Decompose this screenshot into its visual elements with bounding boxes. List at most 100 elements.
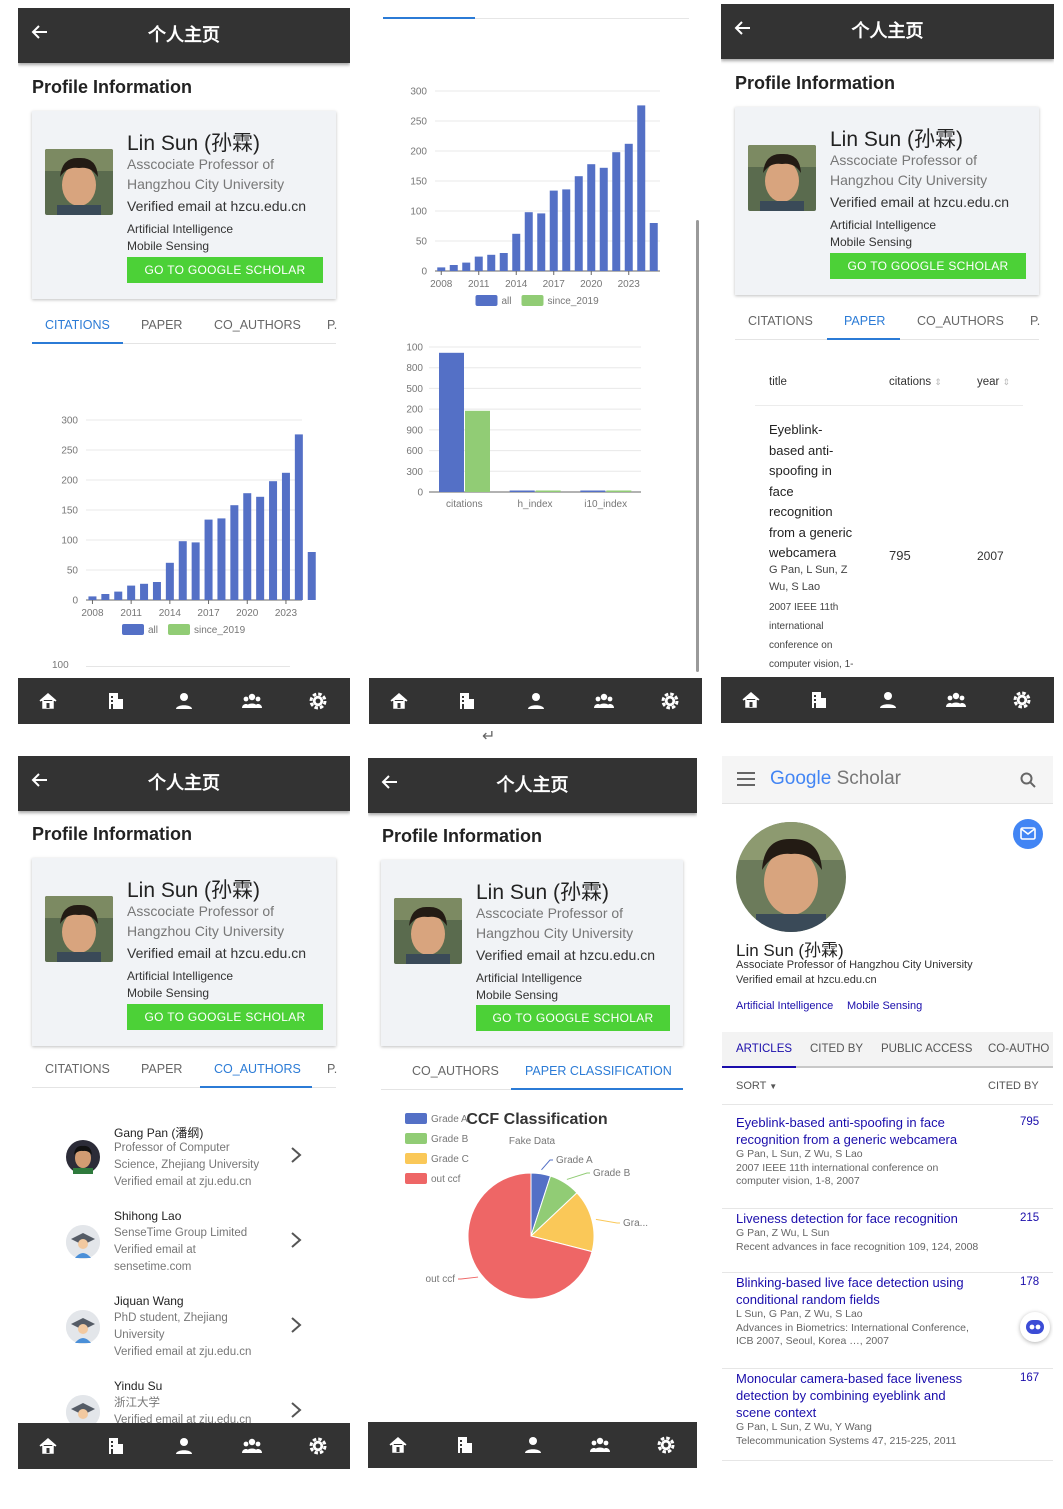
chevron-right-icon[interactable] [290, 1231, 302, 1249]
article-row[interactable]: Eyeblink-based anti-spoofing in face reco… [722, 1114, 1053, 1209]
email-icon [1020, 827, 1036, 840]
group-icon[interactable] [945, 690, 966, 710]
bar [624, 143, 633, 271]
article-citation-count[interactable]: 167 [1020, 1372, 1039, 1384]
legend-swatch-all[interactable] [122, 624, 144, 635]
google-scholar-button[interactable]: GO TO GOOGLE SCHOLAR [127, 1004, 323, 1030]
tab-paper[interactable]: PAPER [141, 318, 182, 332]
group-icon[interactable] [589, 1435, 610, 1455]
x-tick-label: 2023 [275, 608, 298, 619]
article-title-link[interactable]: Blinking-based live face detection using… [736, 1274, 991, 1308]
tab-more[interactable]: P. [327, 1062, 337, 1076]
legend-swatch-all[interactable] [475, 295, 498, 306]
home-icon[interactable] [38, 691, 58, 711]
building-icon[interactable] [106, 691, 126, 711]
settings-icon[interactable] [308, 691, 328, 711]
legend-swatch[interactable] [405, 1153, 427, 1164]
tab-citations[interactable]: CITATIONS [748, 314, 813, 328]
person-icon[interactable] [523, 1435, 543, 1455]
home-icon[interactable] [389, 691, 409, 711]
building-icon[interactable] [455, 1435, 475, 1455]
menu-icon[interactable] [737, 772, 755, 786]
building-icon[interactable] [457, 691, 477, 711]
tab-paper[interactable]: PAPER [844, 314, 885, 328]
interest-link-1[interactable]: Artificial Intelligence [736, 1000, 833, 1012]
cited-by-header[interactable]: CITED BY [988, 1080, 1039, 1092]
tab-co-authors[interactable]: CO_AUTHORS [214, 318, 301, 332]
chevron-right-icon[interactable] [290, 1401, 302, 1419]
co-author-row[interactable]: Shihong Lao SenseTime Group Limited Verifi… [18, 1201, 350, 1281]
article-title-link[interactable]: Eyeblink-based anti-spoofing in face reco… [736, 1114, 991, 1148]
paper-venue: 2007 IEEE 11th international conference on… [769, 598, 853, 674]
tab-cited-by[interactable]: CITED BY [810, 1043, 863, 1055]
article-row[interactable]: Monocular camera-based face liveness dete… [722, 1370, 1053, 1461]
legend-swatch-since-2019[interactable] [521, 295, 544, 306]
article-title-link[interactable]: Monocular camera-based face liveness dete… [736, 1370, 991, 1421]
tab-articles[interactable]: ARTICLES [736, 1043, 792, 1055]
group-icon[interactable] [242, 691, 263, 711]
assistant-bubble[interactable] [1020, 1312, 1050, 1342]
co-author-row[interactable]: Gang Pan (潘纲) Professor of Computer Scienc… [18, 1116, 350, 1196]
home-icon[interactable] [38, 1436, 58, 1456]
legend-swatch[interactable] [405, 1173, 427, 1184]
bar [512, 233, 521, 271]
home-icon[interactable] [388, 1435, 408, 1455]
person-icon[interactable] [878, 690, 898, 710]
bar [101, 594, 110, 600]
paper-title[interactable]: Eyeblink-based anti-spoofing in face recog… [769, 420, 852, 564]
google-scholar-button[interactable]: GO TO GOOGLE SCHOLAR [476, 1005, 670, 1031]
sort-button[interactable]: SORT ▼ [736, 1080, 777, 1092]
header-title[interactable]: title [769, 376, 787, 388]
tab-citations[interactable]: CITATIONS [45, 318, 110, 332]
settings-icon[interactable] [660, 691, 680, 711]
chevron-right-icon[interactable] [290, 1316, 302, 1334]
tab-co-authors[interactable]: CO-AUTHO [988, 1043, 1049, 1055]
search-icon[interactable] [1020, 772, 1036, 788]
person-icon[interactable] [526, 691, 546, 711]
article-citation-count[interactable]: 215 [1020, 1212, 1039, 1224]
settings-icon[interactable] [308, 1436, 328, 1456]
settings-icon[interactable] [1012, 690, 1032, 710]
y-tick-label: 100 [61, 536, 78, 547]
interest-1: Artificial Intelligence [127, 222, 234, 236]
article-title-link[interactable]: Liveness detection for face recognition [736, 1210, 991, 1227]
legend-swatch[interactable] [405, 1113, 427, 1124]
settings-icon[interactable] [656, 1435, 676, 1455]
tab-paper-classification[interactable]: PAPER CLASSIFICATION [525, 1064, 672, 1078]
article-meta: L Sun, G Pan, Z Wu, S Lao Advances in Bio… [736, 1308, 996, 1349]
legend-swatch[interactable] [405, 1133, 427, 1144]
tab-co-authors[interactable]: CO_AUTHORS [917, 314, 1004, 328]
header-citations[interactable]: citations ⇕ [889, 376, 942, 388]
building-icon[interactable] [106, 1436, 126, 1456]
group-icon[interactable] [593, 691, 614, 711]
profile-photo [394, 898, 462, 964]
header-year[interactable]: year ⇕ [977, 376, 1010, 388]
person-icon[interactable] [174, 1436, 194, 1456]
article-citation-count[interactable]: 178 [1020, 1276, 1039, 1288]
tab-paper[interactable]: PAPER [141, 1062, 182, 1076]
tab-public-access[interactable]: PUBLIC ACCESS [881, 1043, 972, 1055]
home-icon[interactable] [741, 690, 761, 710]
tab-citations[interactable]: CITATIONS [45, 1062, 110, 1076]
legend-swatch-since-2019[interactable] [168, 624, 190, 635]
google-scholar-button[interactable]: GO TO GOOGLE SCHOLAR [830, 253, 1026, 279]
chevron-right-icon[interactable] [290, 1146, 302, 1164]
tab-more[interactable]: P. [1030, 314, 1040, 328]
interest-link-2[interactable]: Mobile Sensing [847, 1000, 922, 1012]
tab-co-authors[interactable]: CO_AUTHORS [214, 1062, 301, 1076]
google-scholar-button[interactable]: GO TO GOOGLE SCHOLAR [127, 257, 323, 283]
bar [191, 542, 200, 600]
building-icon[interactable] [809, 690, 829, 710]
scrollbar[interactable] [696, 220, 699, 672]
article-row[interactable]: Liveness detection for face recognition G… [722, 1210, 1053, 1273]
tab-co-authors[interactable]: CO_AUTHORS [412, 1064, 499, 1078]
y-tick-label: 800 [406, 363, 423, 374]
article-citation-count[interactable]: 795 [1020, 1116, 1039, 1128]
group-icon[interactable] [242, 1436, 263, 1456]
co-author-row[interactable]: Jiquan Wang PhD student, Zhejiang Universi… [18, 1286, 350, 1366]
tab-more[interactable]: P. [327, 318, 337, 332]
follow-button[interactable] [1013, 819, 1043, 849]
y-tick-label: 0 [72, 596, 78, 607]
person-icon[interactable] [174, 691, 194, 711]
article-row[interactable]: Blinking-based live face detection using… [722, 1274, 1053, 1369]
